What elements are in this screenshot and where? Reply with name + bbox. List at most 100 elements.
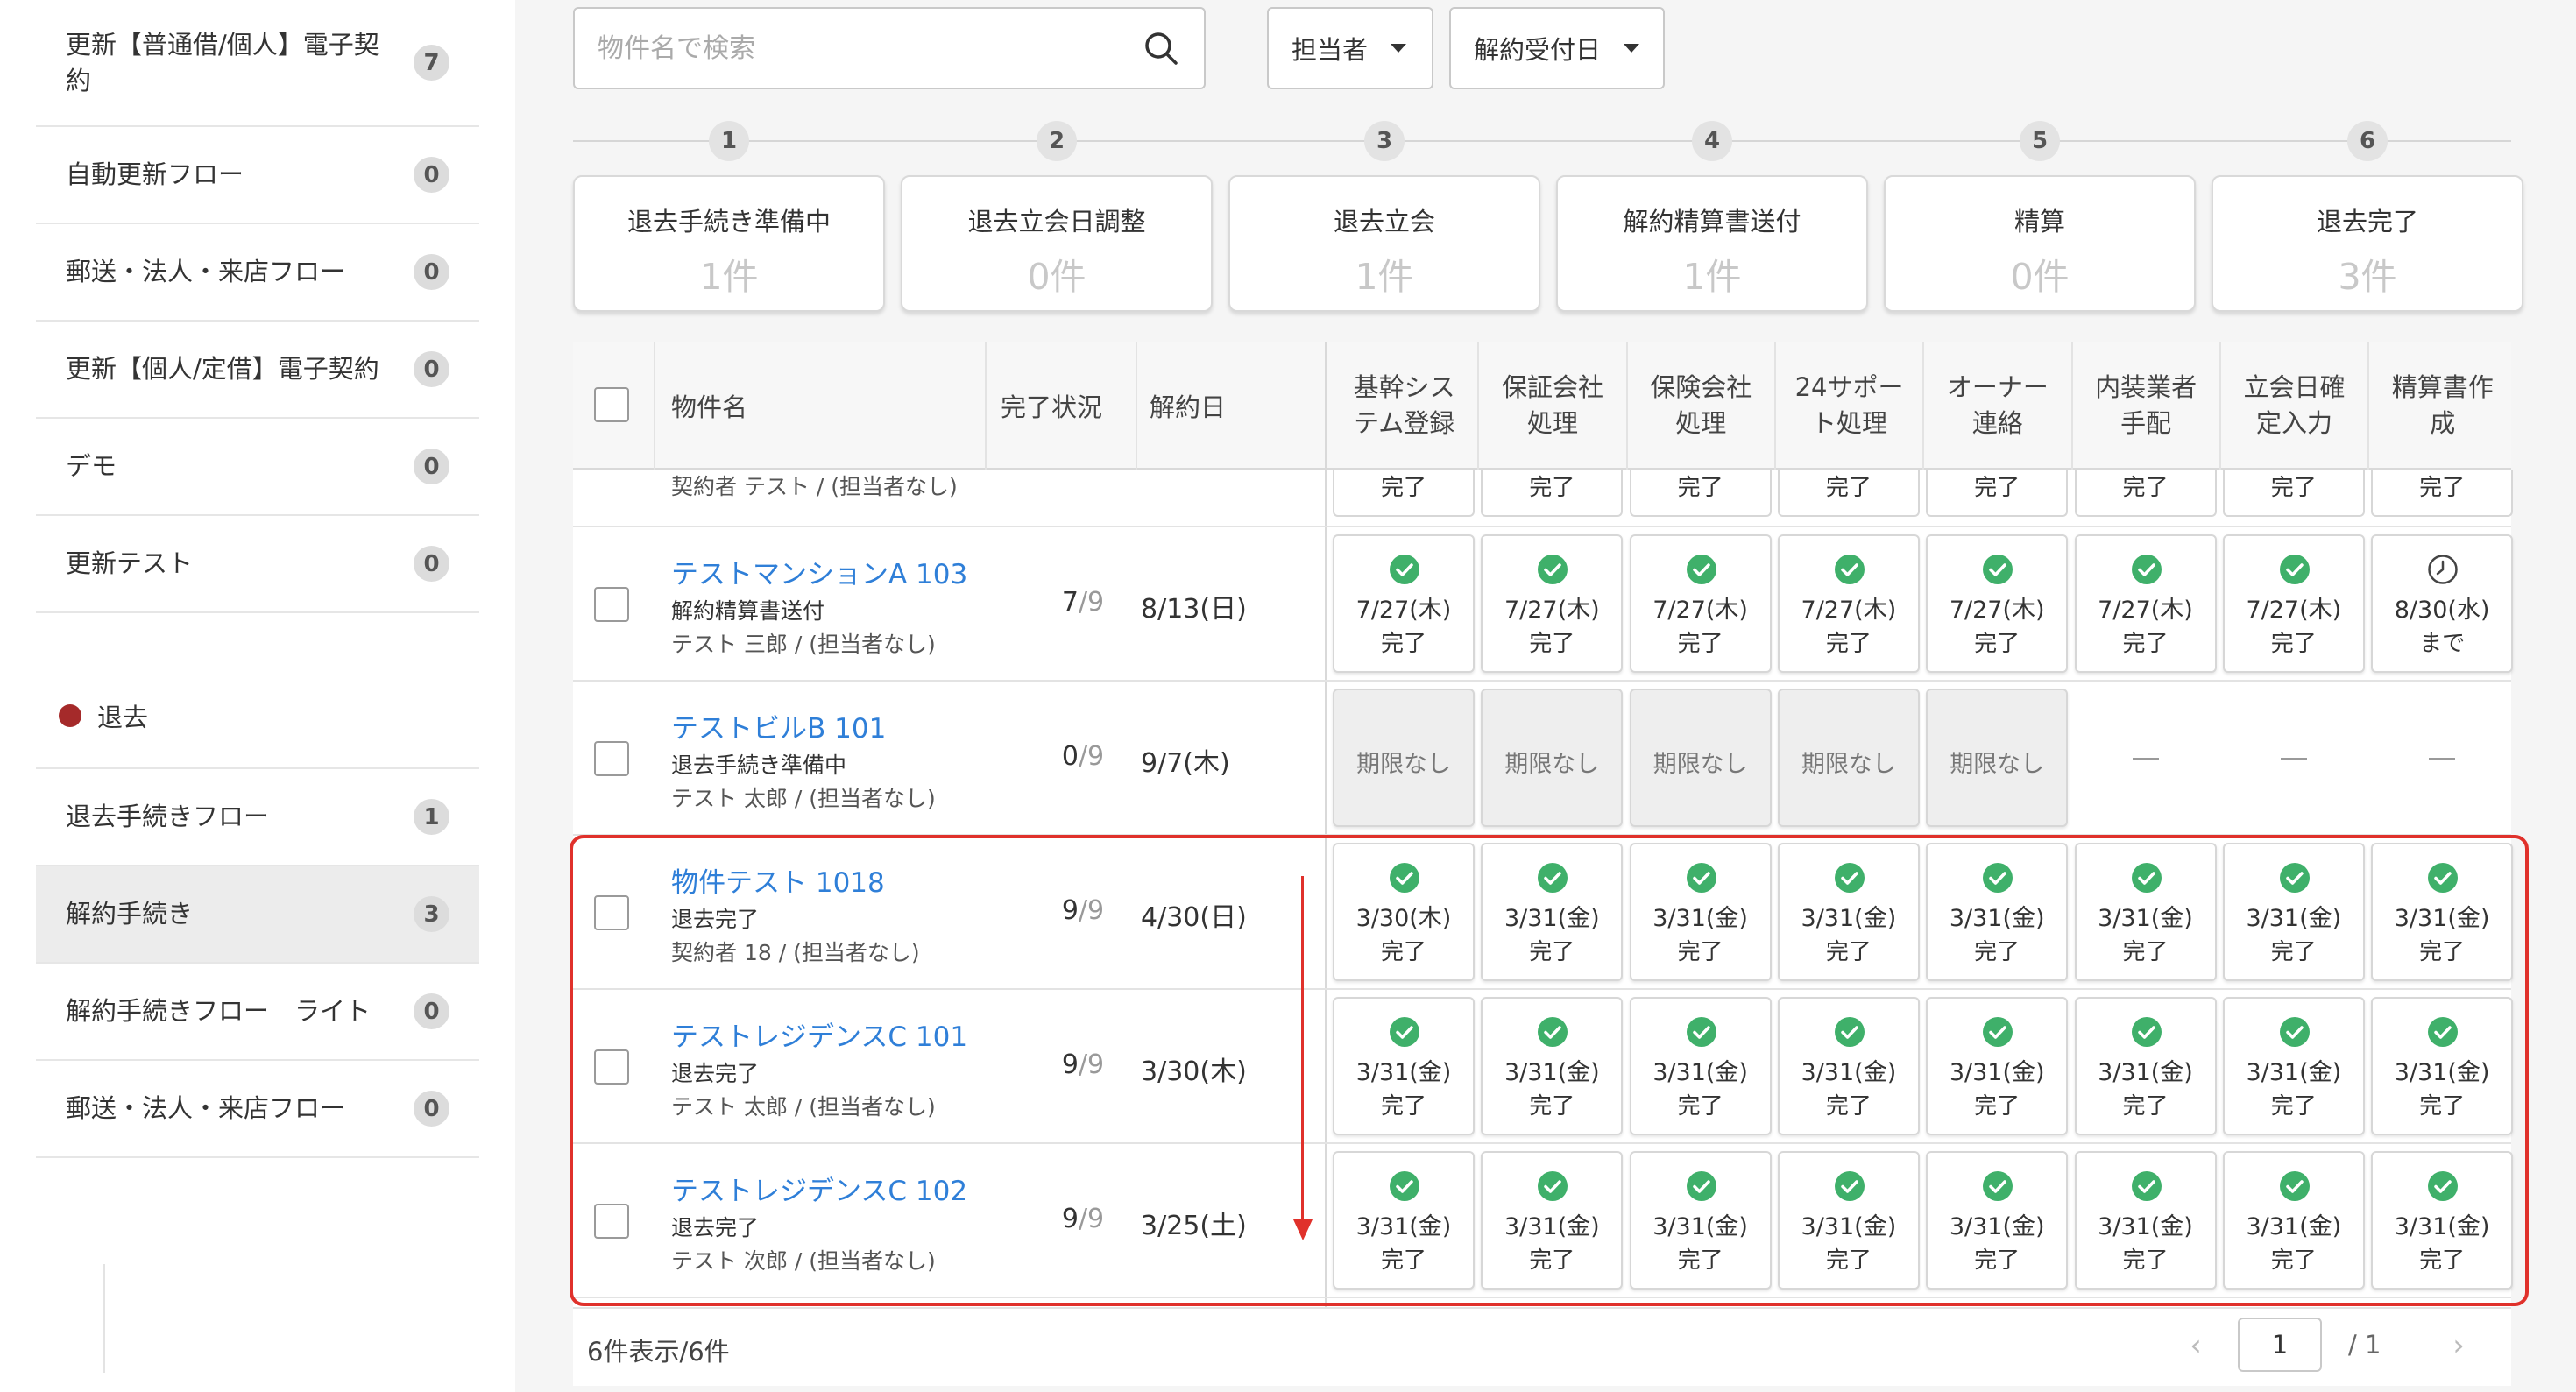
assignee-filter-dropdown[interactable]: 担当者 bbox=[1267, 7, 1433, 89]
step-card[interactable]: 解約精算書送付 1件 bbox=[1556, 175, 1868, 312]
task-cell[interactable]: 期限なし bbox=[1926, 689, 2069, 827]
task-cell-partial[interactable]: 完了 bbox=[1926, 470, 2069, 517]
sidebar-item[interactable]: デモ 0 bbox=[36, 419, 479, 516]
task-cell[interactable]: 7/27(木) 完了 bbox=[2222, 534, 2365, 673]
task-cell[interactable]: 7/27(木) 完了 bbox=[1777, 534, 1920, 673]
task-state: 完了 bbox=[1825, 1093, 1872, 1120]
cancellation-date: 8/13(日) bbox=[1141, 594, 1247, 625]
task-cell-partial[interactable]: 完了 bbox=[2371, 470, 2514, 517]
task-cell[interactable]: 3/31(金) 完了 bbox=[2371, 1151, 2514, 1290]
task-cell[interactable]: 3/31(金) 完了 bbox=[1481, 997, 1624, 1135]
task-cell[interactable]: 3/31(金) 完了 bbox=[2074, 997, 2217, 1135]
column-header-task[interactable]: 内装業者 手配 bbox=[2072, 342, 2220, 470]
task-cell[interactable]: 3/31(金) 完了 bbox=[2371, 997, 2514, 1135]
task-cell[interactable]: 3/31(金) 完了 bbox=[1333, 997, 1475, 1135]
task-cell[interactable]: 3/31(金) 完了 bbox=[1629, 997, 1772, 1135]
task-cell[interactable]: 3/31(金) 完了 bbox=[1777, 1151, 1920, 1290]
step-card[interactable]: 退去完了 3件 bbox=[2212, 175, 2523, 312]
column-header-task[interactable]: 24サポー ト処理 bbox=[1775, 342, 1923, 470]
sidebar-item[interactable]: 更新【個人/定借】電子契約 0 bbox=[36, 322, 479, 419]
task-cell-partial[interactable]: 完了 bbox=[1629, 470, 1772, 517]
property-name-link[interactable]: テストレジデンスC 101 bbox=[671, 1014, 967, 1054]
column-header-date[interactable]: 解約日 bbox=[1150, 342, 1226, 470]
sidebar-item[interactable]: 自動更新フロー 0 bbox=[36, 127, 479, 224]
sidebar-resize-handle[interactable] bbox=[103, 1264, 105, 1373]
property-name-link[interactable]: テストレジデンスC 102 bbox=[671, 1169, 967, 1208]
task-cell[interactable]: 3/31(金) 完了 bbox=[1926, 843, 2069, 981]
sidebar-section-header[interactable]: 退去 bbox=[36, 664, 479, 769]
column-header-task[interactable]: 立会日確 定入力 bbox=[2220, 342, 2368, 470]
sidebar-item-active[interactable]: 解約手続き 3 bbox=[36, 866, 479, 964]
sidebar-item[interactable]: 郵送・法人・来店フロー 0 bbox=[36, 224, 479, 322]
task-cell[interactable]: 3/31(金) 完了 bbox=[1926, 997, 2069, 1135]
task-cell[interactable]: 7/27(木) 完了 bbox=[1629, 534, 1772, 673]
task-cell[interactable]: 3/31(金) 完了 bbox=[2371, 843, 2514, 981]
row-checkbox[interactable] bbox=[594, 1204, 629, 1239]
property-name-link[interactable]: テストビルB 101 bbox=[671, 706, 886, 745]
sidebar-item[interactable]: 退去手続きフロー 1 bbox=[36, 769, 479, 866]
task-cell[interactable]: 3/31(金) 完了 bbox=[2222, 843, 2365, 981]
cancellation-date-filter-dropdown[interactable]: 解約受付日 bbox=[1449, 7, 1665, 89]
column-header-task[interactable]: 精算書作 成 bbox=[2368, 342, 2516, 470]
caret-down-icon bbox=[1624, 44, 1640, 53]
sidebar-item[interactable]: 郵送・法人・来店フロー 0 bbox=[36, 1061, 479, 1158]
property-name-link[interactable]: 物件テスト 1018 bbox=[671, 860, 885, 900]
task-cell[interactable]: 7/27(木) 完了 bbox=[1481, 534, 1624, 673]
task-cell[interactable]: 3/31(金) 完了 bbox=[2074, 843, 2217, 981]
search-input[interactable] bbox=[575, 9, 1136, 88]
next-page-icon[interactable]: › bbox=[2438, 1325, 2480, 1367]
row-checkbox[interactable] bbox=[594, 587, 629, 622]
column-header-task[interactable]: 基幹シス テム登録 bbox=[1330, 342, 1478, 470]
select-all-checkbox[interactable] bbox=[594, 387, 629, 422]
task-cell[interactable]: 3/30(木) 完了 bbox=[1333, 843, 1475, 981]
task-cell-partial[interactable]: 完了 bbox=[2222, 470, 2365, 517]
task-cell[interactable]: 3/31(金) 完了 bbox=[1926, 1151, 2069, 1290]
task-cell[interactable]: 3/31(金) 完了 bbox=[2222, 997, 2365, 1135]
task-cell-partial[interactable]: 完了 bbox=[1777, 470, 1920, 517]
task-cell[interactable]: 3/31(金) 完了 bbox=[1481, 843, 1624, 981]
row-checkbox[interactable] bbox=[594, 741, 629, 776]
sidebar-item-label: 郵送・法人・来店フロー bbox=[66, 257, 346, 286]
task-cell[interactable]: 7/27(木) 完了 bbox=[1333, 534, 1475, 673]
search-icon[interactable] bbox=[1143, 30, 1179, 67]
sidebar-item[interactable]: 更新テスト 0 bbox=[36, 516, 479, 613]
column-header-name[interactable]: 物件名 bbox=[671, 342, 747, 470]
task-cell[interactable]: 期限なし bbox=[1629, 689, 1772, 827]
result-count-summary: 6件表示/6件 bbox=[587, 1337, 730, 1367]
step-card[interactable]: 退去手続き準備中 1件 bbox=[573, 175, 885, 312]
prev-page-icon[interactable]: ‹ bbox=[2175, 1325, 2217, 1367]
task-cell-partial[interactable]: 完了 bbox=[1333, 470, 1475, 517]
task-cell[interactable]: 7/27(木) 完了 bbox=[1926, 534, 2069, 673]
task-cell[interactable]: 3/31(金) 完了 bbox=[1777, 997, 1920, 1135]
check-circle-icon bbox=[2131, 863, 2162, 893]
column-header-task[interactable]: 保証会社 処理 bbox=[1478, 342, 1626, 470]
row-checkbox[interactable] bbox=[594, 895, 629, 930]
row-checkbox[interactable] bbox=[594, 1049, 629, 1085]
task-cell-partial[interactable]: 完了 bbox=[1481, 470, 1624, 517]
property-name-link[interactable]: テストマンションA 103 bbox=[671, 552, 967, 591]
task-cell[interactable]: 8/30(水) まで bbox=[2371, 534, 2514, 673]
column-header-task[interactable]: オーナー 連絡 bbox=[1923, 342, 2071, 470]
task-cell[interactable]: 3/31(金) 完了 bbox=[1777, 843, 1920, 981]
column-header-task[interactable]: 保険会社 処理 bbox=[1627, 342, 1775, 470]
task-cell[interactable]: 期限なし bbox=[1333, 689, 1475, 827]
task-cell[interactable]: 3/31(金) 完了 bbox=[2074, 1151, 2217, 1290]
task-state: 完了 bbox=[1825, 631, 1872, 657]
page-number-input[interactable] bbox=[2238, 1318, 2322, 1372]
sidebar-item[interactable]: 解約手続きフロー ライト 0 bbox=[36, 964, 479, 1061]
task-cell[interactable]: 3/31(金) 完了 bbox=[1333, 1151, 1475, 1290]
step-card[interactable]: 退去立会 1件 bbox=[1228, 175, 1540, 312]
task-cell[interactable]: 7/27(木) 完了 bbox=[2074, 534, 2217, 673]
column-divider bbox=[2367, 342, 2370, 470]
task-cell[interactable]: 3/31(金) 完了 bbox=[1481, 1151, 1624, 1290]
sidebar-item[interactable]: 更新【普通借/個人】電子契約 7 bbox=[36, 0, 479, 127]
column-header-progress[interactable]: 完了状況 bbox=[1001, 342, 1102, 470]
task-cell[interactable]: 3/31(金) 完了 bbox=[1629, 1151, 1772, 1290]
task-cell-partial[interactable]: 完了 bbox=[2074, 470, 2217, 517]
step-card[interactable]: 退去立会日調整 0件 bbox=[901, 175, 1213, 312]
task-cell[interactable]: 期限なし bbox=[1481, 689, 1624, 827]
step-card[interactable]: 精算 0件 bbox=[1884, 175, 2196, 312]
task-cell[interactable]: 3/31(金) 完了 bbox=[1629, 843, 1772, 981]
task-cell[interactable]: 3/31(金) 完了 bbox=[2222, 1151, 2365, 1290]
task-cell[interactable]: 期限なし bbox=[1777, 689, 1920, 827]
